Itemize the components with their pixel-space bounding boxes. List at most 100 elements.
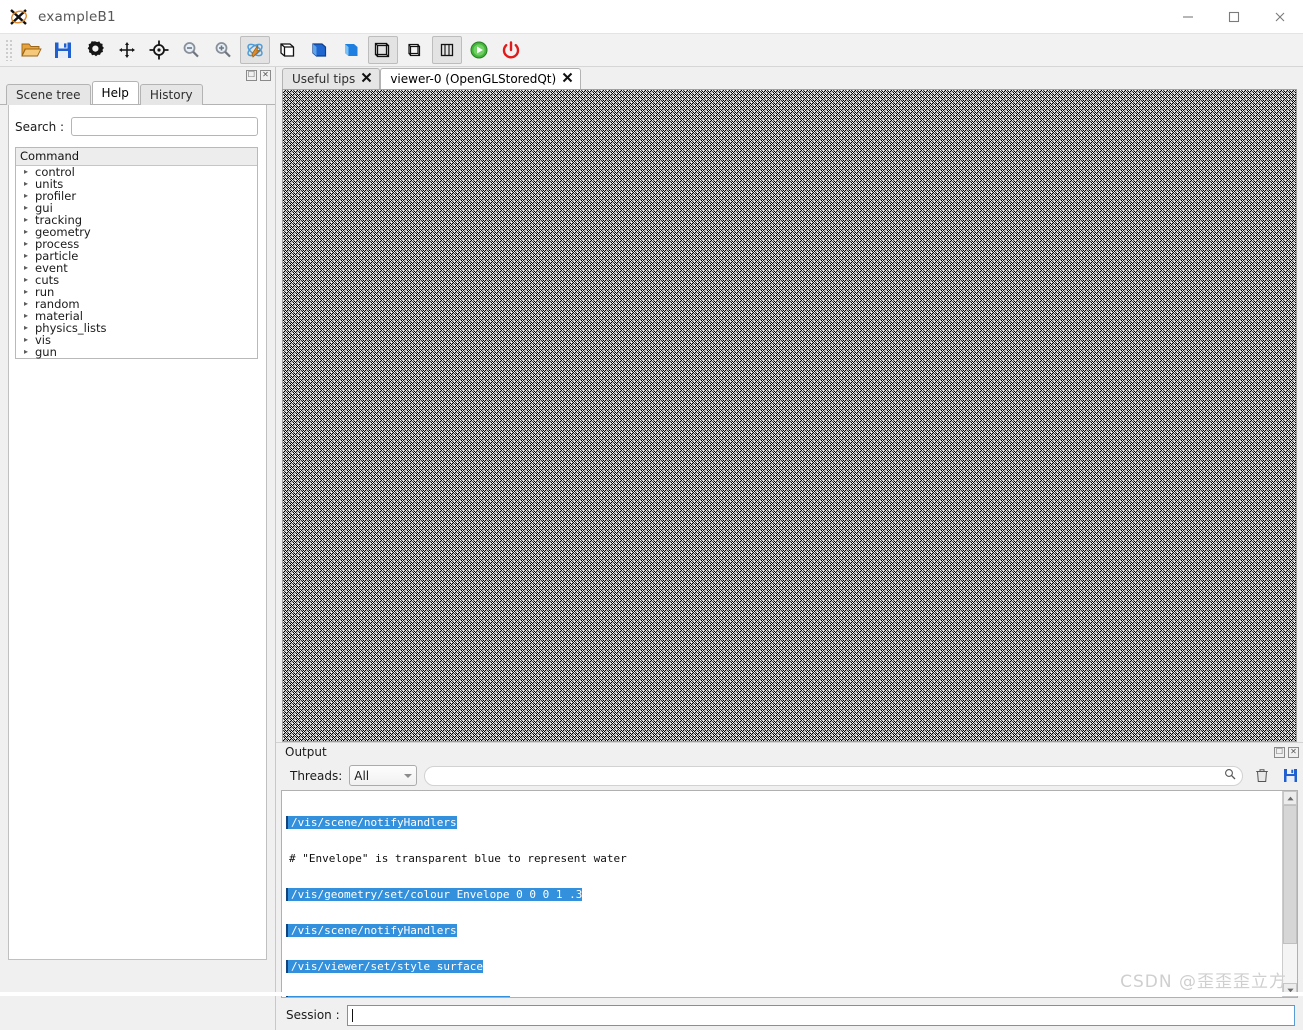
perspective-icon[interactable] (368, 36, 398, 64)
output-line: /vis/scene/notifyHandlers (284, 924, 1282, 937)
output-line-text: /vis/viewer/set/style surface (286, 960, 484, 973)
left-dock-tabbar: Scene tree Help History (0, 81, 275, 105)
chevron-right-icon[interactable]: ▸ (24, 190, 35, 202)
settings-gear-icon[interactable] (80, 36, 110, 64)
chevron-right-icon[interactable]: ▸ (24, 334, 35, 346)
search-label: Search : (15, 119, 65, 134)
threads-select[interactable]: All (349, 765, 418, 786)
exit-icon[interactable] (496, 36, 526, 64)
chevron-right-icon[interactable]: ▸ (24, 250, 35, 262)
output-line-text: # "Envelope" is transparent blue to repr… (289, 852, 627, 865)
tree-item-label: gun (35, 345, 57, 359)
text-caret (351, 1008, 353, 1022)
tab-help[interactable]: Help (91, 81, 139, 104)
move-icon[interactable] (112, 36, 142, 64)
chevron-right-icon[interactable]: ▸ (24, 166, 35, 178)
pick-icon[interactable] (240, 36, 270, 64)
orthographic-icon[interactable] (400, 36, 430, 64)
run-beam-on-icon[interactable] (464, 36, 494, 64)
close-icon[interactable]: ✕ (1288, 746, 1299, 758)
tree-item-gun[interactable]: ▸ gun (16, 346, 257, 358)
hidden-line-removal-icon[interactable] (304, 36, 334, 64)
maximize-button[interactable] (1211, 0, 1257, 33)
close-icon[interactable]: ✕ (260, 69, 271, 81)
zoom-in-icon[interactable] (208, 36, 238, 64)
chevron-right-icon[interactable]: ▸ (24, 178, 35, 190)
help-search-row: Search : (9, 105, 266, 142)
command-tree-body: ▸ control ▸ units ▸ profiler ▸ gui ▸ tra… (16, 166, 257, 358)
help-panel: Search : Command ▸ control ▸ units ▸ pro… (8, 105, 267, 960)
minimize-button[interactable] (1165, 0, 1211, 33)
output-filter-input[interactable] (424, 765, 1243, 786)
output-line: # "Envelope" is transparent blue to repr… (284, 853, 1282, 865)
chevron-right-icon[interactable]: ▸ (24, 310, 35, 322)
opengl-viewer-canvas[interactable] (282, 89, 1297, 742)
command-tree-header: Command (16, 148, 257, 166)
save-output-button[interactable] (1281, 766, 1299, 786)
output-header: Output ☐ ✕ (276, 743, 1303, 761)
session-label: Session : (286, 1008, 340, 1022)
tab-label: Useful tips (292, 72, 356, 86)
toolbar-grip[interactable] (5, 39, 13, 61)
output-text-area[interactable]: /vis/scene/notifyHandlers # "Envelope" i… (281, 790, 1298, 998)
close-x-icon[interactable] (562, 72, 573, 86)
viewer-tabbar: Useful tips viewer-0 (OpenGLStoredQt) (276, 67, 1303, 89)
output-panel: Output ☐ ✕ Threads: All /vis/scene/notif… (276, 742, 1303, 1030)
float-icon[interactable]: ☐ (1274, 746, 1285, 758)
threads-select-value: All (354, 768, 370, 783)
chevron-right-icon[interactable]: ▸ (24, 274, 35, 286)
surface-icon[interactable] (336, 36, 366, 64)
session-input[interactable] (346, 1004, 1295, 1026)
scrollbar-track[interactable] (1283, 805, 1297, 983)
viewer-dither-pattern (283, 90, 1296, 741)
chevron-right-icon[interactable]: ▸ (24, 298, 35, 310)
chevron-right-icon[interactable]: ▸ (24, 262, 35, 274)
open-file-icon[interactable] (16, 36, 46, 64)
float-icon[interactable]: ☐ (246, 69, 257, 81)
clear-output-button[interactable] (1253, 766, 1271, 786)
tree-item-physics-lists[interactable]: ▸ physics_lists (16, 322, 257, 334)
output-line: /vis/viewer/set/style surface (284, 960, 1282, 973)
output-line-text: /vis/geometry/set/colour Envelope 0 0 0 … (286, 888, 583, 901)
window-title: exampleB1 (38, 8, 116, 25)
projection-icon[interactable] (432, 36, 462, 64)
right-side: Useful tips viewer-0 (OpenGLStoredQt) Ou… (276, 67, 1303, 1030)
output-scrollbar[interactable] (1282, 791, 1297, 997)
output-text-content: /vis/scene/notifyHandlers # "Envelope" i… (282, 791, 1282, 997)
window-controls (1165, 0, 1303, 33)
chevron-right-icon[interactable]: ▸ (24, 322, 35, 334)
chevron-right-icon[interactable]: ▸ (24, 238, 35, 250)
tab-viewer-0[interactable]: viewer-0 (OpenGLStoredQt) (380, 68, 582, 89)
chevron-right-icon[interactable]: ▸ (24, 214, 35, 226)
tab-useful-tips[interactable]: Useful tips (282, 68, 381, 89)
output-line: /vis/geometry/set/colour Envelope 0 0 0 … (284, 888, 1282, 901)
search-input[interactable] (71, 117, 258, 136)
scroll-up-icon[interactable] (1283, 791, 1297, 805)
chevron-down-icon (404, 773, 413, 778)
scrollbar-thumb[interactable] (1283, 805, 1297, 944)
chevron-right-icon[interactable]: ▸ (24, 202, 35, 214)
rotate-target-icon[interactable] (144, 36, 174, 64)
tab-scene-tree[interactable]: Scene tree (6, 84, 91, 105)
chevron-right-icon[interactable]: ▸ (24, 286, 35, 298)
close-button[interactable] (1257, 0, 1303, 33)
session-row: Session : (276, 1000, 1303, 1030)
tab-label: viewer-0 (OpenGLStoredQt) (390, 72, 557, 86)
output-line-text: /vis/scene/notifyHandlers (286, 816, 457, 829)
chevron-right-icon[interactable]: ▸ (24, 226, 35, 238)
command-tree: Command ▸ control ▸ units ▸ profiler ▸ g… (15, 147, 258, 359)
main-toolbar (0, 34, 1303, 67)
tab-history[interactable]: History (139, 84, 203, 105)
save-file-icon[interactable] (48, 36, 78, 64)
wireframe-icon[interactable] (272, 36, 302, 64)
title-bar: exampleB1 (0, 0, 1303, 34)
chevron-right-icon[interactable]: ▸ (24, 346, 35, 358)
search-icon[interactable] (1224, 768, 1236, 783)
main-area: ☐ ✕ Scene tree Help History Search : Com… (0, 67, 1303, 1030)
left-dock-panel: ☐ ✕ Scene tree Help History Search : Com… (0, 67, 276, 1030)
output-title: Output (285, 745, 327, 759)
output-toolbar: Threads: All (276, 761, 1303, 790)
threads-label: Threads: (290, 768, 343, 783)
zoom-out-icon[interactable] (176, 36, 206, 64)
close-x-icon[interactable] (361, 72, 372, 86)
